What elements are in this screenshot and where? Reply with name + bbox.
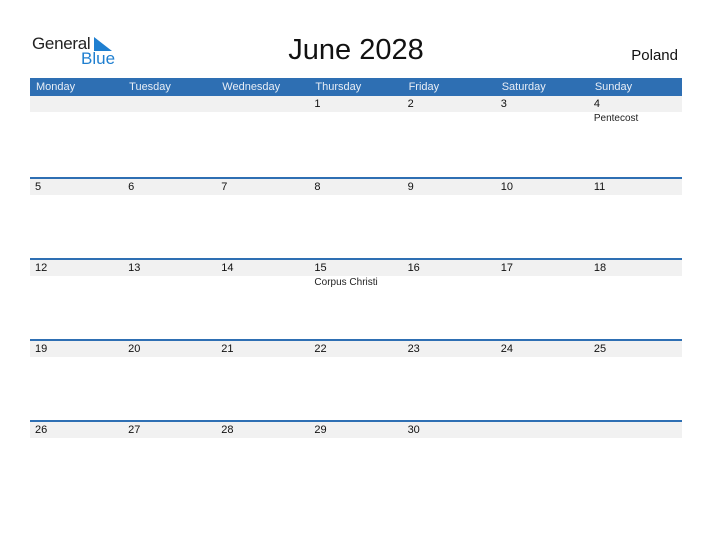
holiday-label bbox=[403, 276, 496, 288]
holiday-label bbox=[309, 438, 402, 439]
holiday-label bbox=[496, 112, 589, 124]
day-number: 25 bbox=[593, 343, 607, 355]
day-number: 16 bbox=[407, 262, 420, 274]
weekday-wednesday: Wednesday bbox=[222, 81, 281, 93]
day-number: 17 bbox=[500, 262, 513, 274]
day-number: 28 bbox=[221, 424, 234, 436]
day-number bbox=[123, 96, 216, 112]
holiday-label bbox=[589, 357, 682, 358]
weekday-tuesday: Tuesday bbox=[129, 81, 171, 93]
event-row: Pentecost bbox=[30, 112, 682, 124]
week-row: 12 13 14 15 16 17 18 Corpus Christi bbox=[30, 258, 682, 339]
day-number: 4 bbox=[593, 98, 600, 110]
holiday-label bbox=[589, 276, 682, 288]
week-row: 1 2 3 4 Pentecost bbox=[30, 96, 682, 177]
holiday-label bbox=[123, 112, 216, 124]
holiday-label bbox=[216, 357, 309, 358]
weekday-saturday: Saturday bbox=[501, 81, 546, 93]
day-number: 27 bbox=[128, 424, 141, 436]
holiday-label bbox=[496, 276, 589, 288]
day-number: 19 bbox=[35, 343, 48, 355]
day-number bbox=[216, 96, 309, 112]
day-number: 30 bbox=[407, 424, 420, 436]
weekday-sunday: Sunday bbox=[594, 81, 633, 93]
day-number: 2 bbox=[407, 98, 414, 110]
day-number: 12 bbox=[35, 262, 48, 274]
weekday-friday: Friday bbox=[408, 81, 440, 93]
country-label: Poland bbox=[631, 47, 678, 64]
holiday-label bbox=[403, 438, 496, 439]
weekday-monday: Monday bbox=[36, 81, 76, 93]
holiday-label bbox=[309, 112, 402, 124]
holiday-label bbox=[309, 357, 402, 358]
holiday-label bbox=[496, 195, 589, 196]
day-number: 23 bbox=[407, 343, 420, 355]
holiday-label bbox=[496, 357, 589, 358]
day-number: 22 bbox=[314, 343, 327, 355]
day-number: 7 bbox=[221, 181, 228, 193]
holiday-label bbox=[30, 195, 123, 196]
holiday-label: Corpus Christi bbox=[314, 277, 378, 288]
date-row: 26 27 28 29 30 bbox=[30, 422, 682, 438]
event-row bbox=[30, 195, 682, 196]
holiday-label bbox=[30, 438, 123, 439]
holiday-label bbox=[216, 276, 309, 288]
holiday-label bbox=[403, 195, 496, 196]
day-number: 18 bbox=[593, 262, 607, 274]
holiday-label bbox=[123, 438, 216, 439]
calendar-title: June 2028 bbox=[288, 34, 424, 66]
day-number bbox=[496, 422, 589, 438]
day-number: 8 bbox=[314, 181, 321, 193]
day-number: 15 bbox=[314, 262, 327, 274]
date-row: 1 2 3 4 bbox=[30, 96, 682, 112]
day-number: 20 bbox=[128, 343, 141, 355]
holiday-label bbox=[589, 195, 682, 196]
date-row: 5 6 7 8 9 10 11 bbox=[30, 179, 682, 195]
day-number: 11 bbox=[593, 181, 606, 193]
date-row: 12 13 14 15 16 17 18 bbox=[30, 260, 682, 276]
holiday-label bbox=[30, 112, 123, 124]
week-row: 5 6 7 8 9 10 11 bbox=[30, 177, 682, 258]
day-number: 6 bbox=[128, 181, 135, 193]
holiday-label bbox=[30, 357, 123, 358]
holiday-label bbox=[496, 438, 589, 439]
weekday-header: Monday Tuesday Wednesday Thursday Friday… bbox=[30, 78, 682, 96]
day-number: 14 bbox=[221, 262, 234, 274]
calendar-grid: Monday Tuesday Wednesday Thursday Friday… bbox=[30, 78, 682, 501]
date-row: 19 20 21 22 23 24 25 bbox=[30, 341, 682, 357]
day-number: 10 bbox=[500, 181, 513, 193]
holiday-label bbox=[403, 357, 496, 358]
event-row: Corpus Christi bbox=[30, 276, 682, 288]
holiday-label bbox=[216, 112, 309, 124]
day-number: 24 bbox=[500, 343, 513, 355]
holiday-label bbox=[589, 438, 682, 439]
day-number: 3 bbox=[500, 98, 507, 110]
holiday-label bbox=[123, 357, 216, 358]
holiday-label bbox=[216, 195, 309, 196]
holiday-label bbox=[30, 276, 123, 288]
day-number: 5 bbox=[35, 181, 42, 193]
day-number: 13 bbox=[128, 262, 141, 274]
holiday-label bbox=[216, 438, 309, 439]
holiday-label bbox=[403, 112, 496, 124]
day-number: 9 bbox=[407, 181, 414, 193]
day-number bbox=[30, 96, 123, 112]
weekday-thursday: Thursday bbox=[315, 81, 362, 93]
holiday-label bbox=[123, 195, 216, 196]
day-number: 21 bbox=[221, 343, 234, 355]
week-row: 19 20 21 22 23 24 25 bbox=[30, 339, 682, 420]
holiday-label: Pentecost bbox=[593, 113, 639, 124]
holiday-label bbox=[123, 276, 216, 288]
day-number: 29 bbox=[314, 424, 327, 436]
week-row: 26 27 28 29 30 bbox=[30, 420, 682, 501]
event-row bbox=[30, 357, 682, 358]
day-number: 26 bbox=[35, 424, 48, 436]
holiday-label bbox=[309, 195, 402, 196]
day-number bbox=[589, 422, 682, 438]
day-number: 1 bbox=[314, 98, 321, 110]
event-row bbox=[30, 438, 682, 439]
